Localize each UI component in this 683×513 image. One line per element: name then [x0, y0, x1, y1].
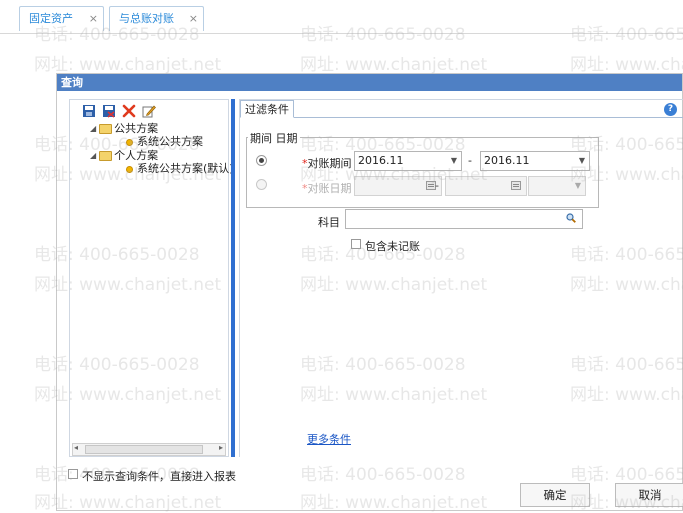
watermark-site: 网址: www.chanjet.net — [34, 55, 222, 75]
tree-item-label: 个人方案 — [114, 149, 159, 162]
watermark-site: 网址: www.chanjet.net — [300, 55, 488, 75]
help-icon[interactable]: ? — [664, 103, 677, 116]
subject-label: 科目 — [318, 216, 340, 229]
edit-icon[interactable] — [142, 104, 156, 118]
tab-label: 固定资产 — [29, 12, 73, 25]
tab-fixed-assets[interactable]: 固定资产 × — [19, 6, 104, 31]
tab-strip: 固定资产 × 与总账对账 × — [0, 0, 683, 34]
period-from-value: 2016.11 — [358, 154, 404, 167]
tree-item-label: 公共方案 — [114, 122, 159, 135]
tab-label: 与总账对账 — [119, 12, 174, 25]
tree-item-label: 系统公共方案 — [137, 135, 203, 148]
query-dialog: 查询 ◢ 公共方案 系统公共方案 ◢ 个人方案 系统公共方案(默认) ◂ ▸ 过… — [56, 73, 683, 511]
cancel-button[interactable]: 取消 — [615, 483, 683, 507]
chevron-down-icon: ▼ — [574, 181, 581, 190]
close-icon[interactable]: × — [89, 7, 98, 31]
scheme-icon — [126, 138, 133, 146]
save-as-icon[interactable] — [102, 104, 116, 118]
skip-query-checkbox[interactable] — [68, 469, 78, 479]
skip-query-label: 不显示查询条件，直接进入报表 — [82, 470, 236, 483]
tree-item-public-schemes[interactable]: ◢ 公共方案 — [90, 123, 158, 135]
scheme-icon — [126, 165, 133, 173]
tab-filter-conditions[interactable]: 过滤条件 — [240, 100, 294, 118]
period-date-group — [246, 137, 599, 208]
range-dash: - — [468, 154, 472, 167]
calendar-icon[interactable] — [511, 181, 521, 190]
delete-icon[interactable] — [122, 104, 136, 118]
chevron-down-icon: ▼ — [450, 156, 457, 165]
scroll-left-icon[interactable]: ◂ — [74, 443, 78, 452]
save-icon[interactable] — [82, 104, 96, 118]
date-from-input[interactable] — [354, 176, 442, 196]
date-radio[interactable] — [256, 179, 267, 190]
panel-splitter[interactable] — [231, 99, 235, 457]
date-to-input[interactable] — [445, 176, 527, 196]
period-label: *对账期间 — [302, 155, 352, 171]
date-type-select[interactable]: ▼ — [528, 176, 586, 196]
date-label-text: 对账日期 — [307, 182, 352, 195]
period-to-value: 2016.11 — [484, 154, 530, 167]
range-dash: - — [435, 179, 439, 192]
expand-icon[interactable]: ◢ — [90, 150, 96, 162]
scroll-right-icon[interactable]: ▸ — [219, 443, 223, 452]
tree-item-default-scheme[interactable]: 系统公共方案(默认) — [126, 163, 234, 175]
filter-panel: 过滤条件 ? 期间 日期 *对账期间 2016.11 ▼ - 2016.11 ▼… — [239, 99, 683, 457]
tree-item-label: 系统公共方案(默认) — [137, 162, 234, 175]
scheme-panel: ◢ 公共方案 系统公共方案 ◢ 个人方案 系统公共方案(默认) ◂ ▸ — [69, 99, 234, 457]
tree-item-system-public-scheme[interactable]: 系统公共方案 — [126, 136, 203, 148]
period-from-select[interactable]: 2016.11 ▼ — [354, 151, 462, 171]
expand-icon[interactable]: ◢ — [90, 123, 96, 135]
close-icon[interactable]: × — [189, 7, 198, 31]
tab-divider — [240, 117, 683, 118]
ok-button[interactable]: 确定 — [520, 483, 590, 507]
period-label-text: 对账期间 — [307, 157, 352, 170]
more-conditions-link[interactable]: 更多条件 — [307, 431, 351, 447]
tab-ledger-reconcile[interactable]: 与总账对账 × — [109, 6, 204, 31]
period-radio[interactable] — [256, 155, 267, 166]
period-to-select[interactable]: 2016.11 ▼ — [480, 151, 590, 171]
include-unposted-label: 包含未记账 — [365, 240, 420, 253]
chevron-down-icon: ▼ — [578, 156, 585, 165]
folder-icon — [99, 151, 113, 161]
date-label: *对账日期 — [302, 180, 352, 196]
scrollbar-thumb[interactable] — [85, 445, 203, 454]
group-label: 期间 日期 — [248, 130, 300, 146]
subject-input[interactable] — [345, 209, 583, 229]
folder-icon — [99, 124, 113, 134]
tree-item-personal-schemes[interactable]: ◢ 个人方案 — [90, 150, 158, 162]
horizontal-scrollbar[interactable]: ◂ ▸ — [72, 443, 226, 456]
search-icon[interactable] — [566, 213, 576, 223]
watermark-site: 网址: www.chanjet.net — [570, 55, 683, 75]
include-unposted-checkbox[interactable] — [351, 239, 361, 249]
dialog-title: 查询 — [57, 74, 682, 91]
